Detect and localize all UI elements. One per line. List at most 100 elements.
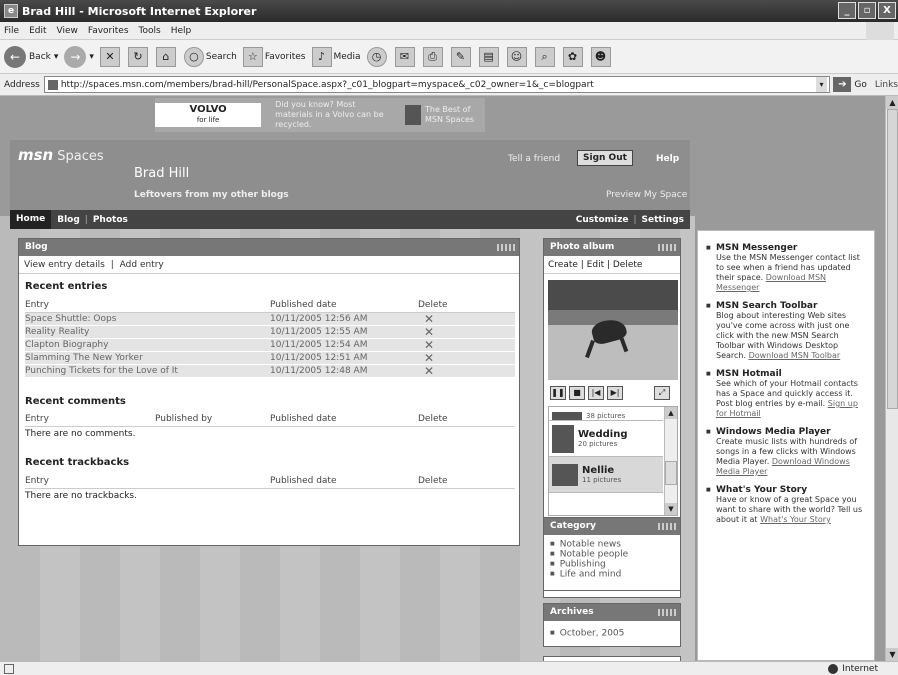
slideshow-photo[interactable] [548, 280, 678, 380]
media-button[interactable]: ♪ Media [311, 46, 361, 67]
create-album-link[interactable]: Create [548, 260, 578, 270]
tell-a-friend-link[interactable]: Tell a friend [508, 154, 560, 164]
album-list-scrollbar[interactable]: ▲ ▼ [664, 407, 677, 515]
stop-icon[interactable]: ■ [569, 386, 585, 400]
delete-icon[interactable]: ✕ [418, 325, 515, 339]
messenger-icon[interactable]: ☺ [506, 46, 527, 67]
settings-link[interactable]: Settings [642, 215, 684, 225]
favorites-button[interactable]: ☆ Favorites [242, 46, 306, 67]
menu-edit[interactable]: Edit [29, 26, 46, 36]
security-zone: Internet [828, 663, 878, 674]
page-scrollbar[interactable]: ▲ ▼ [885, 96, 898, 661]
previous-icon[interactable]: |◀ [588, 386, 604, 400]
drag-grip-icon[interactable] [658, 244, 676, 251]
back-button[interactable]: ← Back ▾ [4, 45, 59, 68]
scroll-down-icon[interactable]: ▼ [665, 503, 677, 515]
print-icon[interactable]: ⎙ [422, 46, 443, 67]
category-link[interactable]: Life and mind [550, 569, 680, 580]
entry-title-link[interactable]: Slamming The New Yorker [25, 351, 270, 365]
delete-album-link[interactable]: Delete [613, 260, 643, 270]
address-dropdown-icon[interactable]: ▾ [815, 77, 828, 92]
table-row[interactable]: Slamming The New Yorker 10/11/2005 12:51… [25, 351, 515, 365]
category-link[interactable]: Notable people [550, 549, 680, 560]
ad-banner[interactable]: VOLVO for life Did you know? Most materia… [155, 98, 485, 132]
edit-album-link[interactable]: Edit [587, 260, 604, 270]
best-of-spaces-link[interactable]: The Best of MSN Spaces [405, 105, 485, 125]
promo-link[interactable]: What's Your Story [760, 515, 831, 524]
scroll-thumb[interactable] [665, 461, 677, 485]
delete-icon[interactable]: ✕ [418, 351, 515, 365]
fullscreen-icon[interactable]: ⤢ [654, 386, 670, 400]
minimize-button[interactable]: _ [838, 2, 856, 19]
tab-blog[interactable]: Blog [57, 215, 80, 225]
list-item[interactable]: 38 pictures [549, 407, 663, 421]
menu-file[interactable]: File [4, 26, 19, 36]
refresh-icon[interactable]: ↻ [127, 46, 148, 67]
list-item[interactable]: Wedding 20 pictures [549, 421, 663, 457]
go-button[interactable]: ➔ Go [833, 77, 867, 92]
drag-grip-icon[interactable] [497, 244, 515, 251]
view-entry-details-link[interactable]: View entry details [24, 260, 105, 270]
address-input[interactable]: http://spaces.msn.com/members/brad-hill/… [43, 76, 830, 93]
pause-icon[interactable]: ❚❚ [550, 386, 566, 400]
mail-icon[interactable]: ✉ [394, 46, 415, 67]
category-link[interactable]: Notable news [550, 539, 680, 550]
table-row[interactable]: Reality Reality 10/11/2005 12:55 AM ✕ [25, 325, 515, 339]
list-item[interactable]: Nellie 11 pictures [549, 457, 663, 493]
research-icon[interactable]: ⌕ [534, 46, 555, 67]
table-row[interactable]: Punching Tickets for the Love of It 10/1… [25, 364, 515, 378]
tab-home[interactable]: Home [10, 210, 52, 229]
delete-icon[interactable]: ✕ [418, 312, 515, 326]
volvo-logo[interactable]: VOLVO for life [155, 103, 262, 127]
forward-dropdown-icon[interactable]: ▾ [89, 52, 94, 62]
delete-icon[interactable]: ✕ [418, 338, 515, 352]
links-button[interactable]: Links [875, 80, 898, 90]
table-row[interactable]: Clapton Biography 10/11/2005 12:54 AM ✕ [25, 338, 515, 352]
menu-favorites[interactable]: Favorites [88, 26, 129, 36]
preview-space-link[interactable]: Preview My Space [606, 190, 687, 200]
entry-title-link[interactable]: Punching Tickets for the Love of It [25, 364, 270, 378]
search-button[interactable]: ○ Search [183, 46, 237, 67]
next-icon[interactable]: ▶| [607, 386, 623, 400]
archive-link[interactable]: October, 2005 [550, 625, 680, 641]
drag-grip-icon[interactable] [658, 523, 676, 530]
add-entry-link[interactable]: Add entry [120, 260, 164, 270]
tab-photos[interactable]: Photos [93, 215, 128, 225]
scroll-thumb[interactable] [887, 109, 898, 409]
maximize-button[interactable]: ▫ [858, 2, 876, 19]
category-link[interactable]: Publishing [550, 559, 680, 570]
menu-view[interactable]: View [57, 26, 78, 36]
promo-link[interactable]: Download MSN Toolbar [749, 351, 841, 360]
entry-date: 10/11/2005 12:55 AM [270, 325, 418, 339]
tool-icon[interactable]: ✿ [562, 46, 583, 67]
discuss-icon[interactable]: ▤ [478, 46, 499, 67]
customize-link[interactable]: Customize [576, 215, 629, 225]
sign-out-button[interactable]: Sign Out [577, 150, 633, 166]
menu-help[interactable]: Help [171, 26, 192, 36]
entry-title-link[interactable]: Clapton Biography [25, 338, 270, 352]
scroll-up-icon[interactable]: ▲ [886, 96, 898, 109]
delete-icon[interactable]: ✕ [418, 364, 515, 378]
history-icon[interactable]: ◷ [366, 46, 387, 67]
home-icon[interactable]: ⌂ [155, 46, 176, 67]
album-name: Nellie [582, 465, 615, 476]
col-published-by: Published by [155, 412, 270, 427]
back-dropdown-icon[interactable]: ▾ [54, 52, 59, 62]
menu-tools[interactable]: Tools [139, 26, 161, 36]
help-link[interactable]: Help [656, 154, 679, 164]
entry-date: 10/11/2005 12:48 AM [270, 364, 418, 378]
forward-button[interactable]: → ▾ [64, 45, 94, 68]
recent-entries-table: Entry Published date Delete Space Shuttl… [25, 298, 515, 378]
msn-spaces-logo[interactable]: msn Spaces [18, 146, 104, 164]
table-row[interactable]: Space Shuttle: Oops 10/11/2005 12:56 AM … [25, 312, 515, 326]
scroll-down-icon[interactable]: ▼ [886, 648, 898, 661]
entry-title-link[interactable]: Reality Reality [25, 325, 270, 339]
close-button[interactable]: X [878, 2, 896, 19]
scroll-up-icon[interactable]: ▲ [665, 407, 677, 419]
people-icon[interactable]: ☻ [590, 46, 611, 67]
drag-grip-icon[interactable] [658, 609, 676, 616]
edit-icon[interactable]: ✎ [450, 46, 471, 67]
stop-icon[interactable]: ✕ [99, 46, 120, 67]
promo-title: MSN Search Toolbar [716, 301, 818, 311]
entry-title-link[interactable]: Space Shuttle: Oops [25, 312, 270, 326]
